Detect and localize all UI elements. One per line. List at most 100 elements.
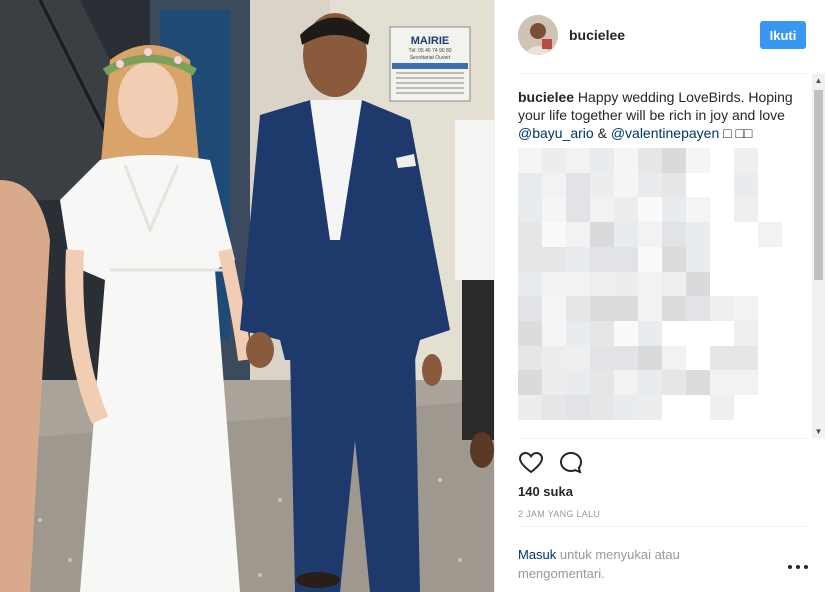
blurred-cell [614, 296, 638, 322]
blurred-cell [566, 246, 590, 272]
blurred-cell [566, 296, 590, 322]
likes-count[interactable]: 140 suka [518, 484, 573, 499]
blurred-cell [590, 197, 614, 223]
blurred-cell [590, 345, 614, 371]
blurred-cell [542, 222, 566, 248]
blurred-cell [662, 197, 686, 223]
sign-title: MAIRIE [411, 35, 450, 47]
blurred-cell [542, 296, 566, 322]
caption-emoji: □ □□ [719, 125, 753, 141]
blurred-cell [614, 197, 638, 223]
divider [518, 526, 806, 527]
scroll-down-arrow-icon[interactable]: ▼ [812, 425, 825, 438]
blurred-cell [614, 320, 638, 346]
blurred-cell [662, 345, 686, 371]
follow-button[interactable]: Ikuti [760, 21, 806, 49]
blurred-cell [638, 148, 662, 173]
caption-text: & [593, 125, 611, 141]
blurred-cell [710, 345, 734, 371]
blurred-cell [662, 246, 686, 272]
mairie-sign: MAIRIE Tél: 05 46 74 90 80 Secrétariat O… [389, 26, 471, 102]
blurred-cell [542, 370, 566, 396]
blurred-cell [542, 197, 566, 223]
blurred-cell [614, 148, 638, 173]
blurred-cell [590, 271, 614, 297]
heart-icon[interactable] [518, 450, 544, 476]
mention-link[interactable]: @bayu_ario [518, 125, 594, 141]
blurred-cell [542, 271, 566, 297]
blurred-cell [662, 172, 686, 198]
blurred-comments [518, 148, 782, 420]
sign-subtitle: Secrétariat Ouvert [410, 55, 451, 61]
blurred-cell [590, 320, 614, 346]
more-dot [796, 565, 800, 569]
blurred-cell [542, 246, 566, 272]
login-prompt: Masuk untuk menyukai atau mengomentari. [518, 545, 748, 583]
blurred-cell [734, 172, 758, 198]
blurred-cell [710, 296, 734, 322]
blurred-cell [638, 222, 662, 248]
blurred-cell [734, 320, 758, 346]
blurred-cell [662, 148, 686, 173]
blurred-cell [662, 271, 686, 297]
blurred-cell [614, 271, 638, 297]
more-options-icon[interactable] [788, 560, 808, 574]
blurred-cell [590, 148, 614, 173]
comment-icon[interactable] [558, 450, 584, 476]
blurred-cell [734, 148, 758, 173]
blurred-cell [590, 395, 614, 420]
comments-list: bucielee Happy wedding LoveBirds. Hoping… [518, 88, 810, 438]
blurred-cell [710, 370, 734, 396]
scroll-thumb[interactable] [814, 90, 823, 280]
blurred-cell [566, 370, 590, 396]
blurred-cell [638, 271, 662, 297]
avatar[interactable] [518, 15, 558, 55]
blurred-cell [686, 197, 710, 223]
post-timestamp[interactable]: 2 JAM YANG LALU [518, 509, 600, 519]
username-link[interactable]: bucielee [569, 27, 625, 43]
caption-username[interactable]: bucielee [518, 89, 574, 105]
post-header: bucielee Ikuti [495, 0, 828, 74]
post-side-panel: bucielee Ikuti bucielee Happy wedding Lo… [494, 0, 828, 592]
scrollbar[interactable]: ▲ ▼ [812, 74, 825, 438]
blurred-cell [590, 172, 614, 198]
blurred-cell [734, 296, 758, 322]
blurred-cell [566, 148, 590, 173]
blurred-cell [518, 345, 542, 371]
blurred-cell [518, 246, 542, 272]
post-photo[interactable]: MAIRIE Tél: 05 46 74 90 80 Secrétariat O… [0, 0, 494, 592]
blurred-cell [542, 395, 566, 420]
blurred-cell [518, 222, 542, 248]
blurred-cell [518, 148, 542, 173]
blurred-cell [734, 197, 758, 223]
blurred-cell [662, 222, 686, 248]
blurred-cell [518, 296, 542, 322]
blurred-cell [734, 370, 758, 396]
scroll-up-arrow-icon[interactable]: ▲ [812, 74, 825, 87]
blurred-cell [686, 296, 710, 322]
blurred-cell [566, 345, 590, 371]
blurred-cell [614, 370, 638, 396]
blurred-cell [590, 222, 614, 248]
divider [518, 438, 806, 439]
blurred-cell [638, 370, 662, 396]
blurred-cell [686, 271, 710, 297]
blurred-cell [638, 320, 662, 346]
blurred-cell [614, 222, 638, 248]
blurred-cell [518, 370, 542, 396]
blurred-cell [686, 246, 710, 272]
blurred-cell [518, 197, 542, 223]
more-dot [804, 565, 808, 569]
blurred-cell [662, 370, 686, 396]
blurred-cell [542, 172, 566, 198]
blurred-cell [542, 320, 566, 346]
blurred-cell [638, 172, 662, 198]
blurred-cell [566, 172, 590, 198]
blurred-cell [638, 395, 662, 420]
blurred-cell [542, 148, 566, 173]
blurred-cell [662, 296, 686, 322]
blurred-cell [518, 271, 542, 297]
login-link[interactable]: Masuk [518, 547, 556, 562]
blurred-cell [638, 246, 662, 272]
mention-link[interactable]: @valentinepayen [611, 125, 719, 141]
